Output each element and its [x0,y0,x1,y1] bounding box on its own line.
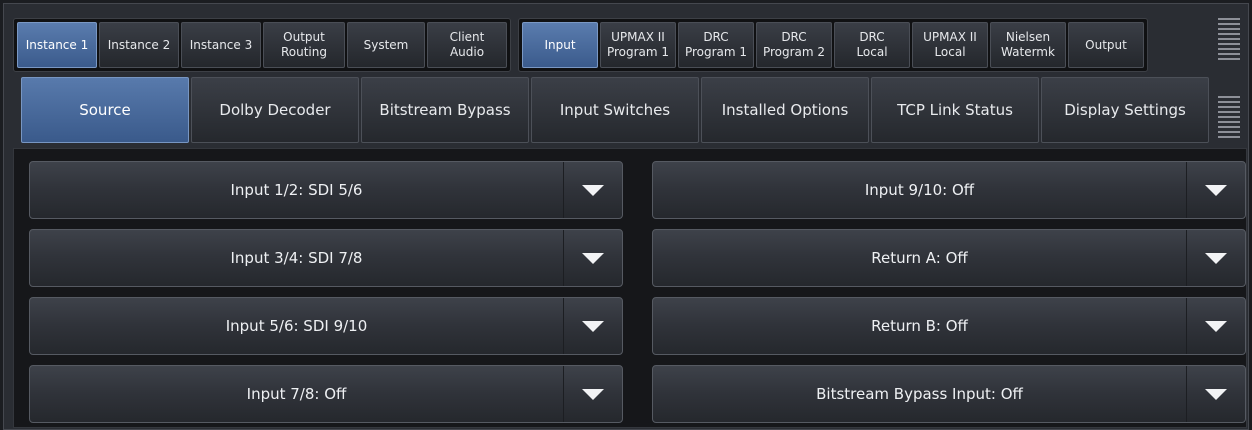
chevron-down-icon [1205,252,1227,264]
dropdown-label: Input 1/2: SDI 5/6 [230,181,363,199]
chevron-down-icon [582,252,604,264]
dropdown-button[interactable] [563,162,622,218]
input-1-2-select[interactable]: Input 1/2: SDI 5/6 [29,161,623,219]
tab-system[interactable]: System [347,22,425,68]
dropdown-button[interactable] [563,298,622,354]
menu-grip-icon[interactable] [1218,18,1240,60]
bitstream-bypass-input-select[interactable]: Bitstream Bypass Input: Off [652,365,1246,423]
dropdown-button[interactable] [563,230,622,286]
dropdown-button[interactable] [1186,162,1245,218]
dropdown-button[interactable] [563,366,622,422]
return-a-select[interactable]: Return A: Off [652,229,1246,287]
tab-drc-program-2[interactable]: DRC Program 2 [756,22,832,68]
tab-source[interactable]: Source [21,77,189,143]
tab-display-settings[interactable]: Display Settings [1041,77,1209,143]
submenu-grip-icon[interactable] [1218,96,1240,138]
tab-nielsen-watermark[interactable]: Nielsen Watermk [990,22,1066,68]
app-window: Instance 1 Instance 2 Instance 3 Output … [3,3,1249,430]
processing-tab-group: Input UPMAX II Program 1 DRC Program 1 D… [518,18,1148,72]
tab-output[interactable]: Output [1068,22,1144,68]
chevron-down-icon [1205,388,1227,400]
chevron-down-icon [1205,184,1227,196]
dropdown-label: Input 9/10: Off [864,181,975,199]
instance-tab-group: Instance 1 Instance 2 Instance 3 Output … [13,18,511,72]
dropdown-label: Return B: Off [871,317,968,335]
top-tab-bar: Instance 1 Instance 2 Instance 3 Output … [13,18,1148,72]
dropdown-button[interactable] [1186,230,1245,286]
tab-instance-3[interactable]: Instance 3 [181,22,261,68]
source-panel: Input 1/2: SDI 5/6 Input 3/4: SDI 7/8 In… [13,148,1247,428]
tab-output-routing[interactable]: Output Routing [263,22,345,68]
tab-drc-local[interactable]: DRC Local [834,22,910,68]
tab-upmax-local[interactable]: UPMAX II Local [912,22,988,68]
dropdown-button[interactable] [1186,366,1245,422]
dropdown-label: Input 3/4: SDI 7/8 [230,249,363,267]
tab-upmax-program-1[interactable]: UPMAX II Program 1 [600,22,676,68]
tab-instance-1[interactable]: Instance 1 [17,22,97,68]
dropdown-button[interactable] [1186,298,1245,354]
chevron-down-icon [582,320,604,332]
dropdown-label: Bitstream Bypass Input: Off [816,385,1023,403]
dropdown-label: Input 5/6: SDI 9/10 [225,317,368,335]
tab-input[interactable]: Input [522,22,598,68]
tab-tcp-link-status[interactable]: TCP Link Status [871,77,1039,143]
chevron-down-icon [582,184,604,196]
tab-input-switches[interactable]: Input Switches [531,77,699,143]
tab-instance-2[interactable]: Instance 2 [99,22,179,68]
sub-tab-bar: Source Dolby Decoder Bitstream Bypass In… [21,77,1209,143]
dropdown-label: Input 7/8: Off [246,385,347,403]
tab-drc-program-1[interactable]: DRC Program 1 [678,22,754,68]
chevron-down-icon [582,388,604,400]
tab-installed-options[interactable]: Installed Options [701,77,869,143]
tab-dolby-decoder[interactable]: Dolby Decoder [191,77,359,143]
tab-bitstream-bypass[interactable]: Bitstream Bypass [361,77,529,143]
input-5-6-select[interactable]: Input 5/6: SDI 9/10 [29,297,623,355]
chevron-down-icon [1205,320,1227,332]
dropdown-label: Return A: Off [871,249,968,267]
input-3-4-select[interactable]: Input 3/4: SDI 7/8 [29,229,623,287]
return-b-select[interactable]: Return B: Off [652,297,1246,355]
input-7-8-select[interactable]: Input 7/8: Off [29,365,623,423]
input-9-10-select[interactable]: Input 9/10: Off [652,161,1246,219]
tab-client-audio[interactable]: Client Audio [427,22,507,68]
